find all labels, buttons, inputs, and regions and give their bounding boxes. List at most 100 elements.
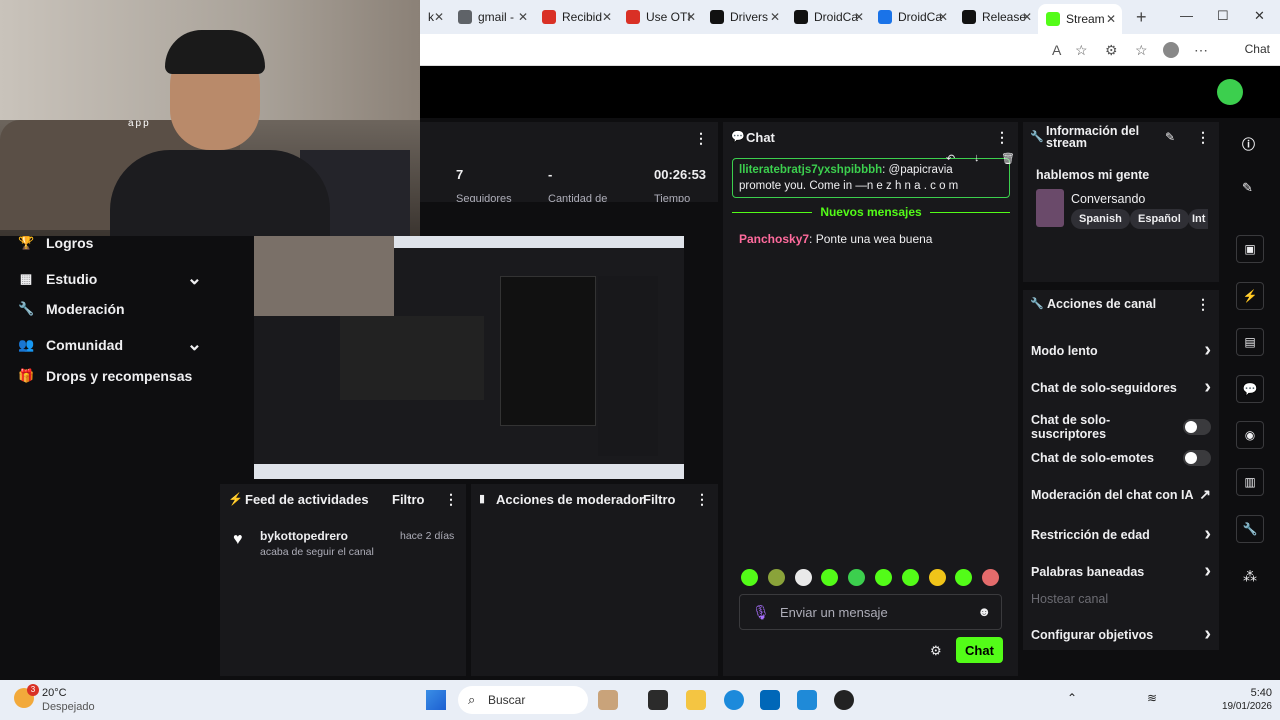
notes-icon[interactable]: ▤ bbox=[1236, 328, 1264, 356]
browser-tab[interactable]: DroidCa ✕ bbox=[870, 4, 954, 30]
channel-action-item[interactable]: Restricción de edad › bbox=[1031, 523, 1211, 546]
file-icon[interactable] bbox=[648, 690, 668, 710]
sidebar-item[interactable]: 👥 Comunidad ⌄ bbox=[18, 334, 202, 355]
emote-icon[interactable] bbox=[794, 569, 812, 586]
windows-start-icon[interactable] bbox=[426, 690, 446, 710]
browser-tab[interactable]: Release ✕ bbox=[954, 4, 1038, 30]
folder-icon[interactable] bbox=[686, 690, 706, 710]
read-aloud-icon[interactable]: A bbox=[1052, 42, 1061, 58]
obs-icon[interactable] bbox=[834, 690, 854, 710]
edit-icon[interactable]: ✎ bbox=[1165, 130, 1175, 144]
emote-icon[interactable] bbox=[875, 569, 892, 586]
broadcast-icon[interactable]: ◉ bbox=[1236, 421, 1264, 449]
channel-action-item[interactable]: Chat de solo-emotes bbox=[1031, 450, 1211, 466]
kebab-icon[interactable]: ⋮ bbox=[694, 130, 708, 147]
toggle-switch[interactable] bbox=[1183, 419, 1211, 435]
undo-icon[interactable]: ↶ bbox=[946, 152, 955, 165]
browser-tab[interactable]: Recibid ✕ bbox=[534, 4, 618, 30]
favorites-bar-icon[interactable]: ☆ bbox=[1135, 42, 1148, 59]
profile-icon[interactable] bbox=[1163, 42, 1179, 58]
browser-tab[interactable]: k ✕ bbox=[420, 4, 450, 30]
maximize-icon[interactable]: ☐ bbox=[1217, 8, 1229, 24]
toggle-switch[interactable] bbox=[1183, 450, 1211, 466]
close-tab-icon[interactable]: ✕ bbox=[938, 10, 948, 24]
info-icon[interactable]: ⓘ bbox=[1242, 134, 1255, 153]
pin-icon[interactable]: ↓ bbox=[974, 152, 980, 164]
channel-action-item[interactable]: Palabras baneadas › bbox=[1031, 560, 1211, 583]
kebab-icon[interactable]: ⋮ bbox=[995, 129, 1009, 146]
chat-username[interactable]: Panchosky7 bbox=[739, 232, 809, 246]
browser-tab[interactable]: Stream ✕ bbox=[1038, 4, 1122, 34]
user-avatar[interactable] bbox=[1217, 79, 1243, 105]
emote-icon[interactable] bbox=[901, 569, 919, 586]
browser-tab[interactable]: Drivers ✕ bbox=[702, 4, 786, 30]
taskbar-search[interactable]: ⌕ Buscar bbox=[458, 686, 588, 714]
emote-icon[interactable] bbox=[928, 569, 946, 586]
emoji-icon[interactable]: ☻ bbox=[977, 604, 991, 619]
emote-icon[interactable] bbox=[767, 569, 785, 586]
feed-user[interactable]: bykottopedrero bbox=[260, 529, 348, 543]
close-tab-icon[interactable]: ✕ bbox=[518, 10, 528, 24]
chat-send-button[interactable]: Chat bbox=[956, 637, 1003, 663]
clip-icon[interactable]: ▣ bbox=[1236, 235, 1264, 263]
chat-icon[interactable]: 💬 bbox=[1236, 375, 1264, 403]
chevron-down-icon[interactable]: ⌄ bbox=[187, 334, 202, 355]
channel-action-item[interactable]: Chat de solo-seguidores › bbox=[1031, 376, 1211, 399]
close-tab-icon[interactable]: ✕ bbox=[602, 10, 612, 24]
emote-icon[interactable] bbox=[741, 569, 758, 586]
kebab-icon[interactable]: ⋮ bbox=[444, 491, 458, 508]
extensions-icon[interactable]: ⚙ bbox=[1105, 42, 1118, 59]
more-menu-icon[interactable]: ⋯ bbox=[1194, 42, 1208, 59]
wifi-icon[interactable]: ≋ bbox=[1147, 691, 1157, 705]
close-tab-icon[interactable]: ✕ bbox=[854, 10, 864, 24]
pinned-username[interactable]: lliteratebratjs7yxshpibbbh bbox=[739, 164, 882, 176]
trash-icon[interactable]: 🗑 bbox=[1001, 152, 1015, 165]
channel-action-item[interactable]: Chat de solo-suscriptores bbox=[1031, 413, 1211, 441]
close-icon[interactable]: ✕ bbox=[1254, 8, 1265, 24]
activity-filter-button[interactable]: Filtro bbox=[392, 492, 425, 507]
close-tab-icon[interactable]: ✕ bbox=[1022, 10, 1032, 24]
stream-category[interactable]: Conversando bbox=[1071, 192, 1145, 206]
sidebar-item[interactable]: 🎁 Drops y recompensas bbox=[18, 368, 202, 384]
microphone-icon[interactable]: 🎙 bbox=[752, 604, 770, 621]
close-tab-icon[interactable]: ✕ bbox=[1106, 12, 1116, 26]
chevron-down-icon[interactable]: ⌄ bbox=[187, 268, 202, 289]
tag-int[interactable]: Int bbox=[1188, 209, 1208, 229]
settings-icon[interactable]: ⚙ bbox=[930, 643, 942, 659]
store-icon[interactable] bbox=[760, 690, 780, 710]
edge-icon[interactable] bbox=[724, 690, 744, 710]
browser-tab[interactable]: Use OTI ✕ bbox=[618, 4, 702, 30]
chevron-right-icon: › bbox=[1204, 339, 1211, 361]
mod-filter-button[interactable]: Filtro bbox=[643, 492, 676, 507]
channel-action-item[interactable]: Configurar objetivos › bbox=[1031, 623, 1211, 646]
minimize-icon[interactable]: — bbox=[1180, 8, 1193, 23]
tab-label: Release bbox=[982, 10, 1027, 24]
window-icon[interactable]: ▥ bbox=[1236, 468, 1264, 496]
channel-action-item[interactable]: Modo lento › bbox=[1031, 339, 1211, 362]
tag-espanol[interactable]: Español bbox=[1130, 209, 1189, 229]
chat-input[interactable]: 🎙 Enviar un mensaje ☻ bbox=[739, 594, 1002, 630]
people-app-icon[interactable] bbox=[598, 690, 618, 710]
new-tab-icon[interactable]: + bbox=[1136, 7, 1147, 28]
app-3-icon[interactable] bbox=[797, 690, 817, 710]
kebab-icon[interactable]: ⋮ bbox=[695, 491, 709, 508]
browser-tab[interactable]: DroidCa ✕ bbox=[786, 4, 870, 30]
close-tab-icon[interactable]: ✕ bbox=[434, 10, 444, 24]
channel-action-item[interactable]: Moderación del chat con IA ↗ bbox=[1031, 486, 1211, 503]
kebab-icon[interactable]: ⋮ bbox=[1196, 129, 1210, 146]
close-tab-icon[interactable]: ✕ bbox=[686, 10, 696, 24]
sidebar-item[interactable]: 🏆 Logros bbox=[18, 235, 202, 251]
copilot-chat-button[interactable]: Chat bbox=[1245, 42, 1270, 56]
pencil-icon[interactable]: ✎ bbox=[1242, 180, 1253, 196]
sidebar-item[interactable]: 🔧 Moderación bbox=[18, 301, 202, 317]
chevron-up-icon[interactable]: ⌃ bbox=[1067, 691, 1077, 705]
bolt-icon[interactable]: ⚡ bbox=[1236, 282, 1264, 310]
favorite-icon[interactable]: ☆ bbox=[1075, 42, 1088, 59]
nodes-icon[interactable]: ⁂ bbox=[1243, 568, 1257, 585]
kebab-icon[interactable]: ⋮ bbox=[1196, 296, 1210, 313]
close-tab-icon[interactable]: ✕ bbox=[770, 10, 780, 24]
browser-tab[interactable]: gmail - ✕ bbox=[450, 4, 534, 30]
sidebar-item[interactable]: ▦ Estudio ⌄ bbox=[18, 268, 202, 289]
tag-spanish[interactable]: Spanish bbox=[1071, 209, 1130, 229]
wrench-icon[interactable]: 🔧 bbox=[1236, 515, 1264, 543]
